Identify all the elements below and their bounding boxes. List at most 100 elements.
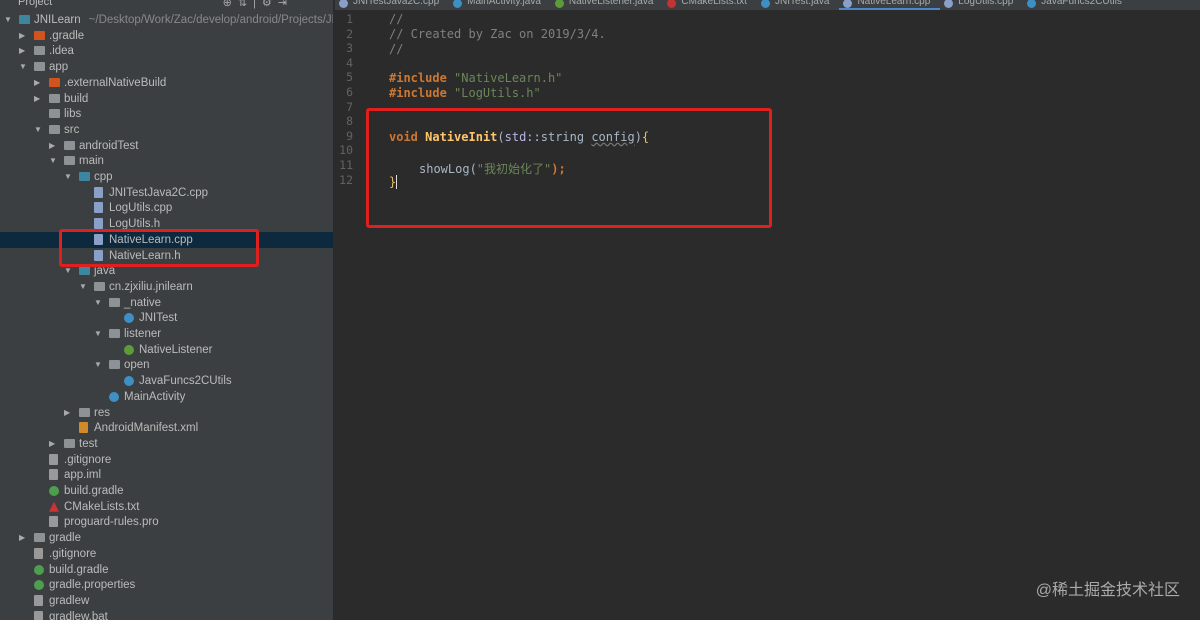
tree-item[interactable]: gradlew <box>0 593 333 609</box>
tree-item[interactable]: ▼ _native <box>0 295 333 311</box>
code-line-2: // Created by Zac on 2019/3/4. <box>389 27 606 41</box>
tree-item[interactable]: NativeListener <box>0 342 333 358</box>
tree-item[interactable]: ▼ app <box>0 59 333 75</box>
tree-item-label: .idea <box>49 45 74 58</box>
tree-item[interactable]: ▶ gradle <box>0 530 333 546</box>
tab-jnitestjava2c-cpp[interactable]: JNITestJava2C.cpp <box>335 0 449 10</box>
tab-nativelistener-java[interactable]: NativeListener.java <box>551 0 664 10</box>
tab-mainactivity-java[interactable]: MainActivity.java <box>449 0 551 10</box>
gradle-icon <box>34 564 44 575</box>
tree-item[interactable]: ▶ test <box>0 436 333 452</box>
tree-item[interactable]: gradlew.bat <box>0 609 333 620</box>
tree-item[interactable]: AndroidManifest.xml <box>0 420 333 436</box>
line-number: 4 <box>346 55 353 70</box>
folder-icon <box>64 438 75 448</box>
folder-blue-icon <box>79 266 90 276</box>
tree-item[interactable]: JavaFuncs2CUtils <box>0 373 333 389</box>
xml-icon <box>79 422 88 434</box>
chevron-right-icon[interactable]: ▶ <box>19 530 29 546</box>
highlight-box-files <box>59 229 259 267</box>
chevron-down-icon[interactable]: ▼ <box>19 59 29 75</box>
tree-item[interactable]: app.iml <box>0 467 333 483</box>
tab-cmakelists-txt[interactable]: CMakeLists.txt <box>663 0 757 10</box>
chevron-right-icon[interactable]: ▶ <box>19 43 29 59</box>
cmake-icon <box>49 501 59 512</box>
folder-icon <box>109 360 120 370</box>
tree-item[interactable]: ▼ cpp <box>0 169 333 185</box>
module-icon <box>19 15 30 24</box>
chevron-right-icon[interactable]: ▶ <box>19 28 29 44</box>
chevron-right-icon[interactable]: ▶ <box>64 405 74 421</box>
chevron-down-icon[interactable]: ▼ <box>64 169 74 185</box>
tree-item[interactable]: gradle.properties <box>0 577 333 593</box>
tree-item-label: androidTest <box>79 139 139 152</box>
tree-item[interactable]: ▼ JNILearn ~/Desktop/Work/Zac/develop/andr… <box>0 12 333 28</box>
tree-item[interactable]: CMakeLists.txt <box>0 499 333 515</box>
tree-item[interactable]: ▶ .idea <box>0 43 333 59</box>
line-number: 7 <box>346 99 353 114</box>
class-icon <box>453 0 463 8</box>
tree-item[interactable]: ▶ res <box>0 405 333 421</box>
class-icon <box>124 376 134 387</box>
chevron-down-icon[interactable]: ▼ <box>94 357 104 373</box>
tab-javafuncs2cutils[interactable]: JavaFuncs2CUtils <box>1023 0 1132 10</box>
tree-item[interactable]: MainActivity <box>0 389 333 405</box>
chevron-right-icon[interactable]: ▶ <box>34 91 44 107</box>
class-icon <box>109 391 119 402</box>
tree-item-label: res <box>94 406 110 419</box>
code-line-3: // <box>389 42 404 56</box>
text-icon <box>34 594 43 606</box>
tree-item[interactable]: LogUtils.cpp <box>0 200 333 216</box>
code-editor[interactable]: 1 2 3 4 5 6 7 8 9 10 11 12 // // Created by Zac on … <box>335 10 1200 620</box>
tree-item-label: .externalNativeBuild <box>64 76 167 89</box>
tree-item[interactable]: libs <box>0 106 333 122</box>
chevron-down-icon[interactable]: ▼ <box>94 295 104 311</box>
tree-item-label: build.gradle <box>49 563 109 576</box>
chevron-down-icon[interactable]: ▼ <box>4 12 14 28</box>
tree-item[interactable]: ▶ .gradle <box>0 28 333 44</box>
chevron-down-icon[interactable]: ▼ <box>94 326 104 342</box>
tree-item[interactable]: .gitignore <box>0 546 333 562</box>
tree-item[interactable]: build.gradle <box>0 562 333 578</box>
class-icon <box>124 313 134 324</box>
tab-label: JavaFuncs2CUtils <box>1041 0 1122 7</box>
tab-label: JNITest.java <box>774 0 830 7</box>
line-number: 8 <box>346 114 353 129</box>
tab-nativelearn-cpp[interactable]: NativeLearn.cpp <box>839 0 941 10</box>
folder-icon <box>79 407 90 417</box>
tree-item[interactable]: JNITest <box>0 310 333 326</box>
highlight-box-code <box>366 108 772 228</box>
tree-item-label: CMakeLists.txt <box>64 500 140 513</box>
tree-item-label: main <box>79 155 104 168</box>
tab-logutils-cpp[interactable]: LogUtils.cpp <box>940 0 1023 10</box>
tree-item[interactable]: .gitignore <box>0 452 333 468</box>
panel-toolbar-icons[interactable]: ⊕⇅|⚙⇥ <box>223 0 293 9</box>
tree-item[interactable]: ▼ open <box>0 357 333 373</box>
tree-item[interactable]: ▶ .externalNativeBuild <box>0 75 333 91</box>
tree-item[interactable]: build.gradle <box>0 483 333 499</box>
project-view-selector[interactable]: Project <box>18 0 52 8</box>
chevron-right-icon[interactable]: ▶ <box>49 436 59 452</box>
chevron-right-icon[interactable]: ▶ <box>49 138 59 154</box>
folder-icon <box>49 124 60 134</box>
tree-item[interactable]: ▶ androidTest <box>0 138 333 154</box>
chevron-down-icon[interactable]: ▼ <box>49 153 59 169</box>
tree-item[interactable]: ▶ build <box>0 91 333 107</box>
tree-item[interactable]: ▼ listener <box>0 326 333 342</box>
tree-item-label: JavaFuncs2CUtils <box>139 375 232 388</box>
line-number: 1 <box>346 12 353 26</box>
tree-item[interactable]: ▼ cn.zjxiliu.jnilearn <box>0 279 333 295</box>
chevron-down-icon[interactable]: ▼ <box>79 279 89 295</box>
tree-item[interactable]: ▼ main <box>0 153 333 169</box>
line-number: 9 <box>346 128 353 143</box>
tree-item[interactable]: JNITestJava2C.cpp <box>0 185 333 201</box>
tree-item[interactable]: ▼ src <box>0 122 333 138</box>
tree-item[interactable]: proguard-rules.pro <box>0 514 333 530</box>
file-icon <box>843 0 853 8</box>
chevron-right-icon[interactable]: ▶ <box>34 75 44 91</box>
tree-item-label: build.gradle <box>64 485 124 497</box>
tab-jnitest-java[interactable]: JNITest.java <box>757 0 839 10</box>
tree-item-label: cpp <box>94 171 113 183</box>
code-line-5: #include "NativeLearn.h" <box>389 71 563 85</box>
chevron-down-icon[interactable]: ▼ <box>34 122 44 138</box>
